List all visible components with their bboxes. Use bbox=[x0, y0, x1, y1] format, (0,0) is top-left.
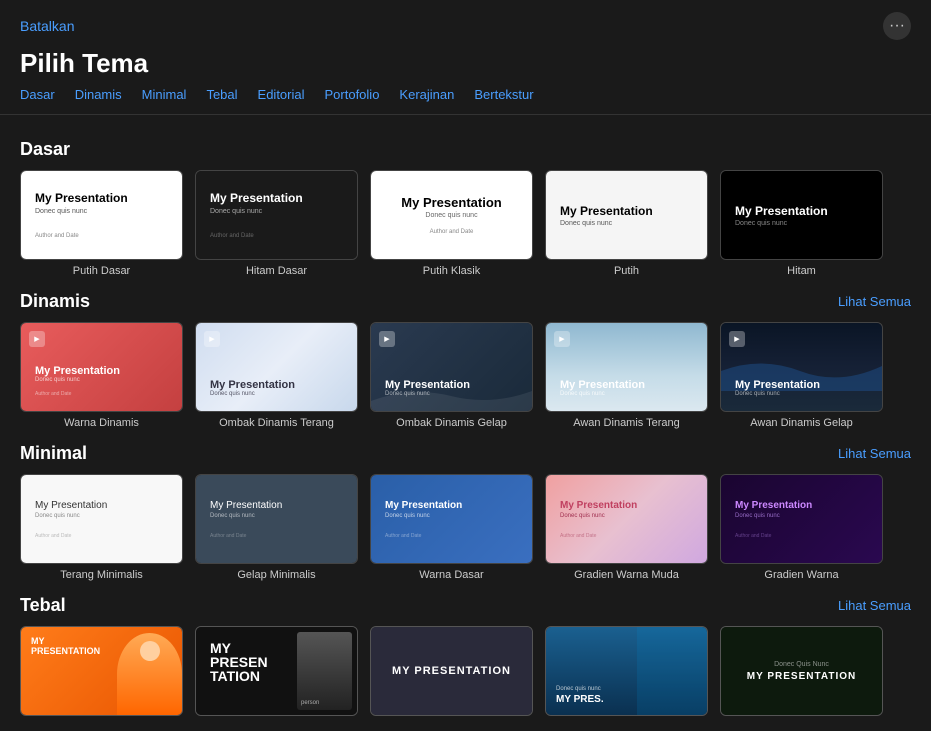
theme-item-bold-4[interactable]: Donec quis nunc MY PRES. bbox=[545, 626, 708, 721]
theme-label-putih-dasar: Putih Dasar bbox=[73, 265, 130, 277]
tab-portofolio[interactable]: Portofolio bbox=[325, 87, 380, 102]
section-title-dinamis: Dinamis bbox=[20, 291, 90, 312]
cancel-button[interactable]: Batalkan bbox=[20, 18, 74, 34]
theme-label-warna-dasar: Warna Dasar bbox=[419, 569, 483, 581]
theme-item-hitam[interactable]: My Presentation Donec quis nunc Hitam bbox=[720, 170, 883, 277]
theme-label-gradien-warna: Gradien Warna bbox=[764, 569, 838, 581]
section-title-dasar: Dasar bbox=[20, 139, 70, 160]
theme-label-gelap-minimalis: Gelap Minimalis bbox=[237, 569, 315, 581]
section-header-dasar: Dasar bbox=[20, 139, 911, 160]
tab-dasar[interactable]: Dasar bbox=[20, 87, 55, 102]
theme-item-warna-dinamis[interactable]: ▶ My Presentation Donec quis nunc Author… bbox=[20, 322, 183, 429]
section-header-minimal: Minimal Lihat Semua bbox=[20, 443, 911, 464]
theme-item-ombak-dinamis-terang[interactable]: ▶ My Presentation Donec quis nunc Ombak … bbox=[195, 322, 358, 429]
section-dinamis: Dinamis Lihat Semua ▶ My Presentation Do… bbox=[20, 291, 911, 429]
section-tebal: Tebal Lihat Semua MYPRESENTATION bbox=[20, 595, 911, 721]
theme-row-minimal: My Presentation Donec quis nunc Author a… bbox=[20, 474, 911, 581]
content-area: Dasar My Presentation Donec quis nunc Au… bbox=[0, 115, 931, 731]
section-title-tebal: Tebal bbox=[20, 595, 66, 616]
more-button[interactable]: ··· bbox=[883, 12, 911, 40]
theme-item-awan-dinamis-terang[interactable]: ▶ My Presentation Donec quis nunc Awan D… bbox=[545, 322, 708, 429]
section-dasar: Dasar My Presentation Donec quis nunc Au… bbox=[20, 139, 911, 277]
theme-item-bold-1[interactable]: MYPRESENTATION bbox=[20, 626, 183, 721]
tab-editorial[interactable]: Editorial bbox=[258, 87, 305, 102]
theme-label-putih-klasik: Putih Klasik bbox=[423, 265, 480, 277]
section-header-dinamis: Dinamis Lihat Semua bbox=[20, 291, 911, 312]
theme-item-hitam-dasar[interactable]: My Presentation Donec quis nunc Author a… bbox=[195, 170, 358, 277]
tab-dinamis[interactable]: Dinamis bbox=[75, 87, 122, 102]
top-bar: Batalkan ··· bbox=[0, 0, 931, 44]
theme-item-warna-dasar[interactable]: My Presentation Donec quis nunc Author a… bbox=[370, 474, 533, 581]
tab-minimal[interactable]: Minimal bbox=[142, 87, 187, 102]
theme-label-putih: Putih bbox=[614, 265, 639, 277]
page-title: Pilih Tema bbox=[0, 44, 931, 87]
section-minimal: Minimal Lihat Semua My Presentation Done… bbox=[20, 443, 911, 581]
theme-label-awan-terang: Awan Dinamis Terang bbox=[573, 417, 680, 429]
theme-item-putih-klasik[interactable]: My Presentation Donec quis nunc Author a… bbox=[370, 170, 533, 277]
theme-label-warna-dinamis: Warna Dinamis bbox=[64, 417, 139, 429]
theme-item-gelap-minimalis[interactable]: My Presentation Donec quis nunc Author a… bbox=[195, 474, 358, 581]
section-header-tebal: Tebal Lihat Semua bbox=[20, 595, 911, 616]
tab-bertekstur[interactable]: Bertekstur bbox=[474, 87, 533, 102]
theme-item-bold-5[interactable]: Donec Quis Nunc MY PRESENTATION bbox=[720, 626, 883, 721]
theme-label-ombak-terang: Ombak Dinamis Terang bbox=[219, 417, 334, 429]
theme-row-dinamis: ▶ My Presentation Donec quis nunc Author… bbox=[20, 322, 911, 429]
theme-item-gradien-warna[interactable]: My Presentation Donec quis nunc Author a… bbox=[720, 474, 883, 581]
see-all-tebal[interactable]: Lihat Semua bbox=[838, 598, 911, 613]
theme-label-terang-minimalis: Terang Minimalis bbox=[60, 569, 143, 581]
theme-item-ombak-dinamis-gelap[interactable]: ▶ My Presentation Donec quis nunc Ombak … bbox=[370, 322, 533, 429]
theme-label-ombak-gelap: Ombak Dinamis Gelap bbox=[396, 417, 507, 429]
theme-label-hitam-dasar: Hitam Dasar bbox=[246, 265, 307, 277]
theme-label-awan-gelap: Awan Dinamis Gelap bbox=[750, 417, 853, 429]
theme-item-awan-dinamis-gelap[interactable]: ▶ My Presentation Donec quis nunc Awan D… bbox=[720, 322, 883, 429]
theme-item-bold-3[interactable]: MY PRESENTATION bbox=[370, 626, 533, 721]
theme-label-gradien-warna-muda: Gradien Warna Muda bbox=[574, 569, 679, 581]
tab-tebal[interactable]: Tebal bbox=[206, 87, 237, 102]
section-title-minimal: Minimal bbox=[20, 443, 87, 464]
theme-row-tebal: MYPRESENTATION person MYP bbox=[20, 626, 911, 721]
see-all-dinamis[interactable]: Lihat Semua bbox=[838, 294, 911, 309]
theme-item-gradien-warna-muda[interactable]: My Presentation Donec quis nunc Author a… bbox=[545, 474, 708, 581]
theme-item-putih-dasar[interactable]: My Presentation Donec quis nunc Author a… bbox=[20, 170, 183, 277]
theme-item-bold-2[interactable]: person MYPRESENTATION bbox=[195, 626, 358, 721]
theme-row-dasar: My Presentation Donec quis nunc Author a… bbox=[20, 170, 911, 277]
tab-kerajinan[interactable]: Kerajinan bbox=[399, 87, 454, 102]
theme-label-hitam: Hitam bbox=[787, 265, 816, 277]
theme-item-putih[interactable]: My Presentation Donec quis nunc Putih bbox=[545, 170, 708, 277]
theme-item-terang-minimalis[interactable]: My Presentation Donec quis nunc Author a… bbox=[20, 474, 183, 581]
see-all-minimal[interactable]: Lihat Semua bbox=[838, 446, 911, 461]
nav-tabs: Dasar Dinamis Minimal Tebal Editorial Po… bbox=[0, 87, 931, 115]
